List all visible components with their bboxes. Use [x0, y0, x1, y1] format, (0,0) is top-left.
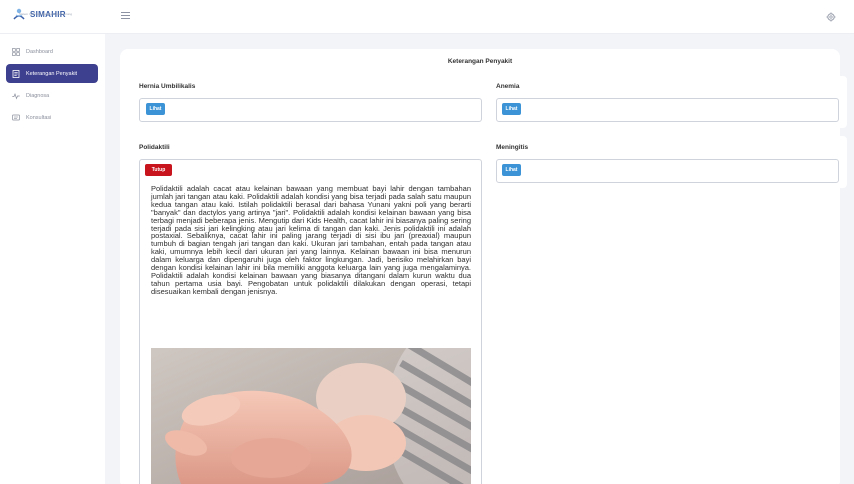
chat-icon: [12, 114, 20, 120]
sidebar: Dashboard Keterangan Penyakit Diagnosa K…: [0, 34, 105, 484]
sidebar-item-label: Keterangan Penyakit: [26, 70, 78, 77]
disease-title-polidaktili: Polidaktili: [139, 144, 170, 151]
top-navbar: SIMAHIR Sistem Informasi Masalah Hirschs…: [0, 0, 854, 34]
grid-icon: [12, 47, 20, 56]
lihat-button[interactable]: Lihat: [502, 164, 521, 176]
sidebar-item-keterangan-penyakit[interactable]: Keterangan Penyakit: [6, 64, 98, 83]
pulse-icon: [12, 92, 20, 100]
polidaktili-description: Polidaktili adalah cacat atau kelainan b…: [151, 184, 471, 296]
app-tagline: Sistem Informasi Masalah Hirschsprung: [19, 12, 73, 16]
disease-panel-hernia-umbilikalis: [139, 98, 482, 122]
tutup-button[interactable]: Tutup: [145, 164, 172, 176]
disease-panel-meningitis: [496, 159, 839, 183]
disease-title-meningitis: Meningitis: [496, 144, 529, 151]
gear-icon[interactable]: [826, 12, 836, 22]
sidebar-item-konsultasi[interactable]: Konsultasi: [6, 108, 98, 127]
sidebar-item-label: Diagnosa: [26, 92, 50, 99]
disease-panel-anemia: [496, 98, 839, 122]
sidebar-item-label: Dashboard: [26, 48, 53, 55]
sidebar-item-dashboard[interactable]: Dashboard: [6, 42, 98, 61]
sidebar-item-diagnosa[interactable]: Diagnosa: [6, 86, 98, 105]
disease-title-hernia-umbilikalis: Hernia Umbilikalis: [139, 83, 196, 90]
document-icon: [12, 69, 20, 78]
sidebar-item-label: Konsultasi: [26, 114, 52, 121]
lihat-button[interactable]: Lihat: [502, 103, 521, 115]
menu-toggle-icon[interactable]: [121, 12, 130, 20]
lihat-button[interactable]: Lihat: [146, 103, 165, 115]
card-edge: [838, 136, 847, 188]
baby-hand-photo: [151, 348, 471, 484]
disease-title-anemia: Anemia: [496, 83, 520, 90]
page-title: Keterangan Penyakit: [447, 58, 513, 65]
card-edge: [838, 76, 847, 128]
